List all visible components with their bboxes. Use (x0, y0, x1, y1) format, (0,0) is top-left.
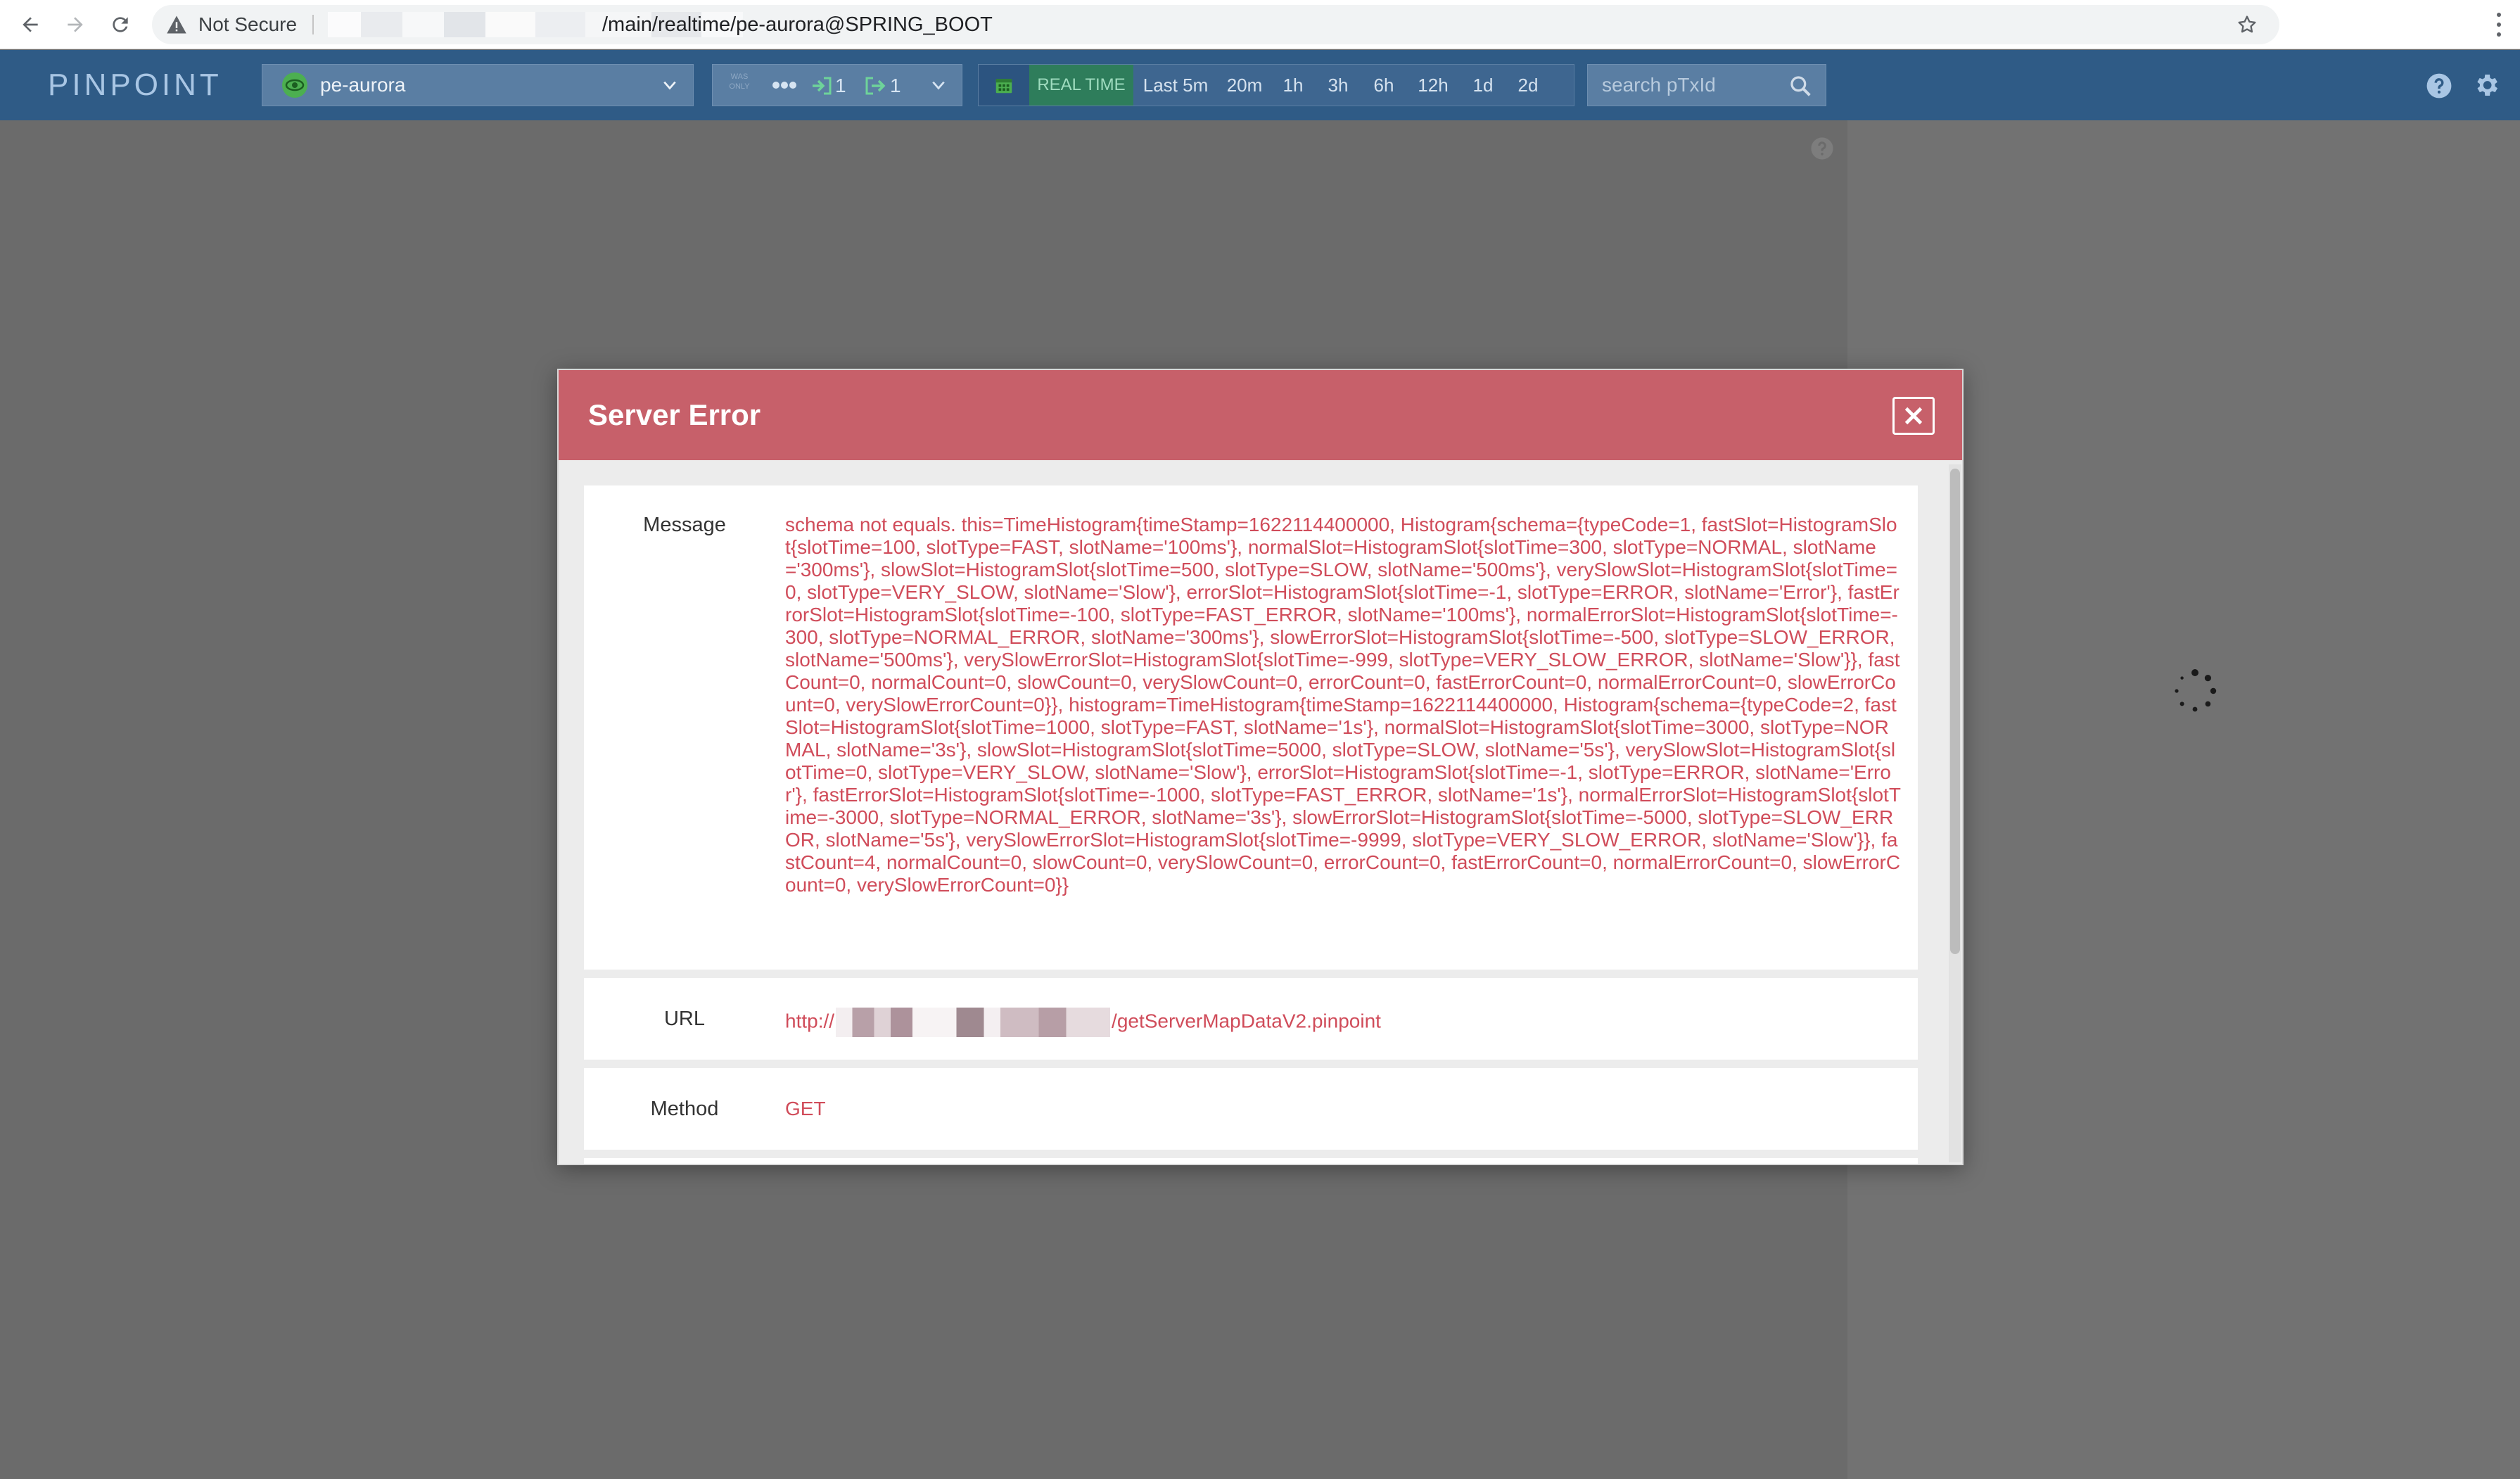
arrow-right-icon (68, 17, 83, 32)
inbound-icon (813, 77, 832, 95)
pinpoint-logo[interactable]: PINPOINT (48, 65, 222, 105)
arrow-left-icon (23, 17, 38, 32)
method-value: GET (785, 1098, 826, 1119)
modal-body: Message schema not equals. this=TimeHist… (584, 485, 1918, 1164)
back-button[interactable] (13, 7, 48, 42)
security-status[interactable]: Not Secure (198, 5, 297, 44)
question-circle-icon[interactable] (2426, 72, 2452, 99)
spinner-icon (2175, 669, 2217, 712)
modal-header: Server Error (559, 370, 1962, 460)
modal-title: Server Error (588, 398, 761, 431)
message-label: Message (643, 514, 726, 536)
outbound-icon (865, 77, 886, 95)
time-option-1d[interactable]: 1d (1460, 65, 1506, 106)
server-filter[interactable]: WAS ONLY 1 1 (712, 64, 962, 106)
transaction-search (1587, 64, 1826, 106)
scroll-thumb[interactable] (1950, 469, 1960, 954)
realtime-button[interactable]: REAL TIME (1029, 65, 1133, 106)
method-row: Method GET (584, 1068, 1918, 1150)
application-selector[interactable]: pe-aurora (262, 64, 694, 106)
time-option-6h[interactable]: 6h (1361, 65, 1406, 106)
app-header: PINPOINT pe-aurora WAS ONLY 1 1 REAL TIM… (0, 50, 2520, 120)
calendar-icon (995, 79, 1012, 94)
calendar-button[interactable] (979, 65, 1029, 106)
url-label: URL (663, 1008, 705, 1030)
more-dots-icon[interactable] (772, 80, 797, 90)
outbound-count: 1 (890, 75, 901, 96)
forward-button[interactable] (58, 7, 93, 42)
time-option-12h[interactable]: 12h (1406, 65, 1460, 106)
search-input[interactable] (1588, 65, 1778, 106)
time-option-2d[interactable]: 2d (1506, 65, 1550, 106)
reload-icon (113, 17, 128, 32)
modal-scrollbar[interactable] (1949, 464, 1961, 1162)
kebab-menu-icon[interactable] (2493, 8, 2505, 41)
url-prefix: http:// (785, 1010, 835, 1032)
time-option-1h[interactable]: 1h (1271, 65, 1315, 106)
time-option-last-5m[interactable]: Last 5m (1133, 65, 1218, 106)
method-label: Method (650, 1098, 719, 1120)
was-only-toggle[interactable]: WAS ONLY (725, 72, 753, 91)
close-icon (1904, 407, 1923, 425)
address-bar[interactable]: Not Secure /main/realtime/pe-aurora@SPRI… (152, 5, 2279, 44)
application-name: pe-aurora (320, 74, 406, 96)
search-icon[interactable] (1789, 75, 1812, 97)
star-icon[interactable] (2236, 13, 2258, 36)
eye-icon (282, 72, 307, 98)
message-value: schema not equals. this=TimeHistogram{ti… (785, 514, 1901, 896)
url-value: http:// /getServerMapDataV2.pinpoint (785, 1008, 1901, 1037)
question-circle-icon[interactable] (1810, 137, 1834, 160)
message-row: Message schema not equals. this=TimeHist… (584, 485, 1918, 970)
url-text[interactable]: /main/realtime/pe-aurora@SPRING_BOOT (602, 5, 993, 44)
time-option-3h[interactable]: 3h (1315, 65, 1361, 106)
url-row: URL http:// /getServerMapDataV2.pinpoint (584, 978, 1918, 1060)
warning-triangle-icon (167, 15, 186, 34)
inbound-count: 1 (835, 75, 846, 96)
chevron-down-icon[interactable] (931, 77, 946, 93)
close-button[interactable] (1892, 397, 1935, 435)
server-error-modal: Server Error Message schema not equals. … (557, 369, 1964, 1165)
time-option-20m[interactable]: 20m (1218, 65, 1271, 106)
browser-toolbar: Not Secure /main/realtime/pe-aurora@SPRI… (0, 0, 2520, 49)
redacted-host (836, 1008, 1111, 1037)
next-row (584, 1158, 1918, 1164)
gear-icon[interactable] (2472, 71, 2500, 99)
reload-button[interactable] (103, 7, 138, 42)
url-suffix: /getServerMapDataV2.pinpoint (1112, 1010, 1381, 1032)
chevron-down-icon (663, 81, 676, 90)
time-range-selector: REAL TIME Last 5m 20m 1h 3h 6h 12h 1d 2d (978, 64, 1574, 106)
address-divider (312, 15, 314, 34)
